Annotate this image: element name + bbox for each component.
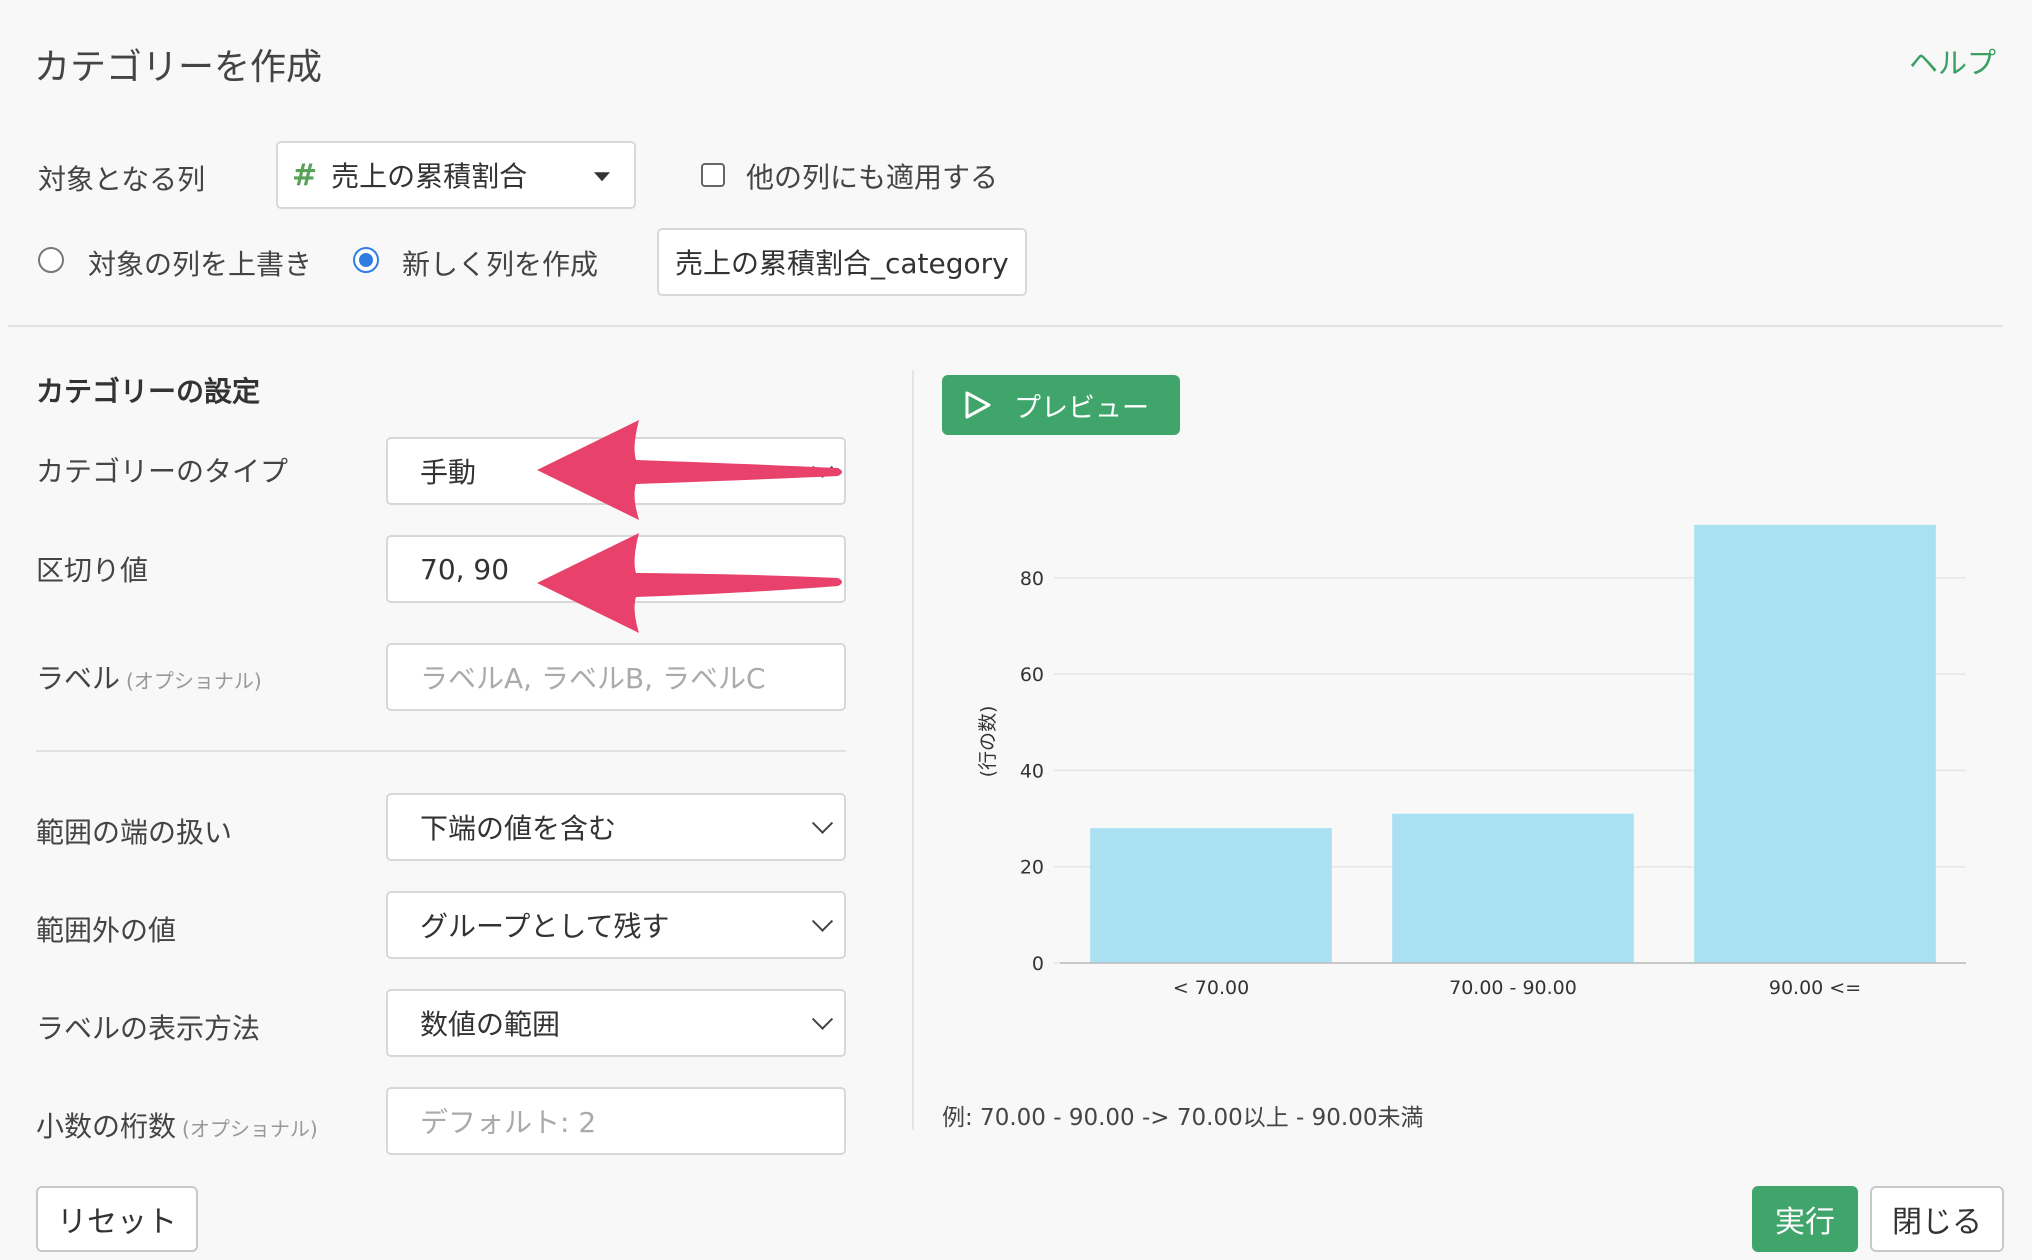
bar — [1392, 813, 1634, 963]
annotation-arrows — [537, 420, 842, 633]
caret-down-icon — [594, 172, 610, 182]
edge-select[interactable]: 下端の値を含む — [386, 793, 846, 861]
new-column-name-input[interactable]: 売上の累積割合_category — [657, 228, 1027, 296]
display-value: 数値の範囲 — [420, 1008, 561, 1041]
x-tick-label: 90.00 <= — [1769, 977, 1861, 999]
apply-others-label: 他の列にも適用する — [746, 161, 999, 194]
outside-select[interactable]: グループとして残す — [386, 891, 846, 959]
top-divider — [8, 325, 2003, 327]
outside-label: 範囲外の値 — [36, 914, 177, 947]
label-field-label: ラベル (オプショナル) — [36, 657, 262, 697]
chevron-down-icon — [811, 812, 834, 834]
labels-input[interactable]: ラベルA, ラベルB, ラベルC — [386, 643, 846, 711]
overwrite-radio[interactable] — [38, 247, 64, 273]
target-column-select[interactable]: # 売上の累積割合 — [276, 141, 636, 209]
chevron-down-icon — [811, 910, 834, 932]
chevron-down-icon — [811, 1008, 834, 1030]
play-icon — [965, 391, 991, 419]
y-tick-label: 60 — [1020, 664, 1044, 686]
y-tick-label: 20 — [1020, 857, 1044, 879]
cut-values-label: 区切り値 — [36, 554, 149, 587]
category-type-value: 手動 — [420, 456, 477, 489]
y-tick-label: 40 — [1020, 760, 1044, 782]
example-note: 例: 70.00 - 90.00 -> 70.00以上 - 90.00未満 — [942, 1105, 1424, 1131]
labels-placeholder: ラベルA, ラベルB, ラベルC — [420, 662, 766, 695]
panel-divider — [912, 370, 914, 1130]
settings-divider — [36, 750, 846, 752]
edge-value: 下端の値を含む — [420, 812, 617, 845]
decimal-input[interactable]: デフォルト: 2 — [386, 1087, 846, 1155]
create-new-label: 新しく列を作成 — [402, 248, 599, 281]
target-column-value: 売上の累積割合 — [331, 160, 528, 193]
reset-button[interactable]: リセット — [36, 1186, 198, 1252]
settings-title: カテゴリーの設定 — [36, 375, 261, 408]
y-tick-label: 80 — [1020, 568, 1044, 590]
decimal-label-text: 小数の桁数 — [36, 1110, 177, 1143]
apply-others-checkbox[interactable] — [701, 163, 725, 187]
label-field-text: ラベル — [36, 662, 121, 695]
x-tick-label: < 70.00 — [1173, 977, 1249, 999]
create-new-radio[interactable] — [353, 247, 379, 273]
category-histogram: 0 20 40 60 80 < 70.00 70.00 - 90.00 90.00 <= (行の… — [977, 524, 1966, 999]
bar — [1090, 828, 1332, 963]
display-select[interactable]: 数値の範囲 — [386, 989, 846, 1057]
target-column-label: 対象となる列 — [38, 163, 206, 196]
run-button[interactable]: 実行 — [1752, 1186, 1858, 1252]
label-optional-hint: (オプショナル) — [126, 669, 262, 693]
y-tick-label: 0 — [1032, 953, 1044, 975]
decimal-label: 小数の桁数 (オプショナル) — [36, 1105, 318, 1145]
outside-value: グループとして残す — [420, 910, 670, 943]
type-label: カテゴリーのタイプ — [36, 455, 289, 488]
decimal-placeholder: デフォルト: 2 — [420, 1106, 597, 1139]
bar — [1694, 524, 1936, 963]
preview-button-label: プレビュー — [1014, 392, 1149, 424]
y-axis-label: (行の数) — [977, 706, 999, 778]
dialog-title: カテゴリーを作成 — [34, 47, 323, 88]
display-label: ラベルの表示方法 — [36, 1012, 261, 1045]
overwrite-label: 対象の列を上書き — [88, 248, 313, 281]
arrow-annotation-cut — [537, 533, 842, 633]
x-tick-label: 70.00 - 90.00 — [1449, 977, 1577, 999]
decimal-optional-hint: (オプショナル) — [182, 1117, 318, 1141]
close-button[interactable]: 閉じる — [1870, 1186, 2004, 1252]
help-link[interactable]: ヘルプ — [1909, 40, 1996, 82]
arrow-annotation-type — [537, 420, 842, 520]
number-type-icon: # — [292, 157, 318, 193]
edge-label: 範囲の端の扱い — [36, 816, 233, 849]
preview-button[interactable]: プレビュー — [942, 375, 1180, 435]
